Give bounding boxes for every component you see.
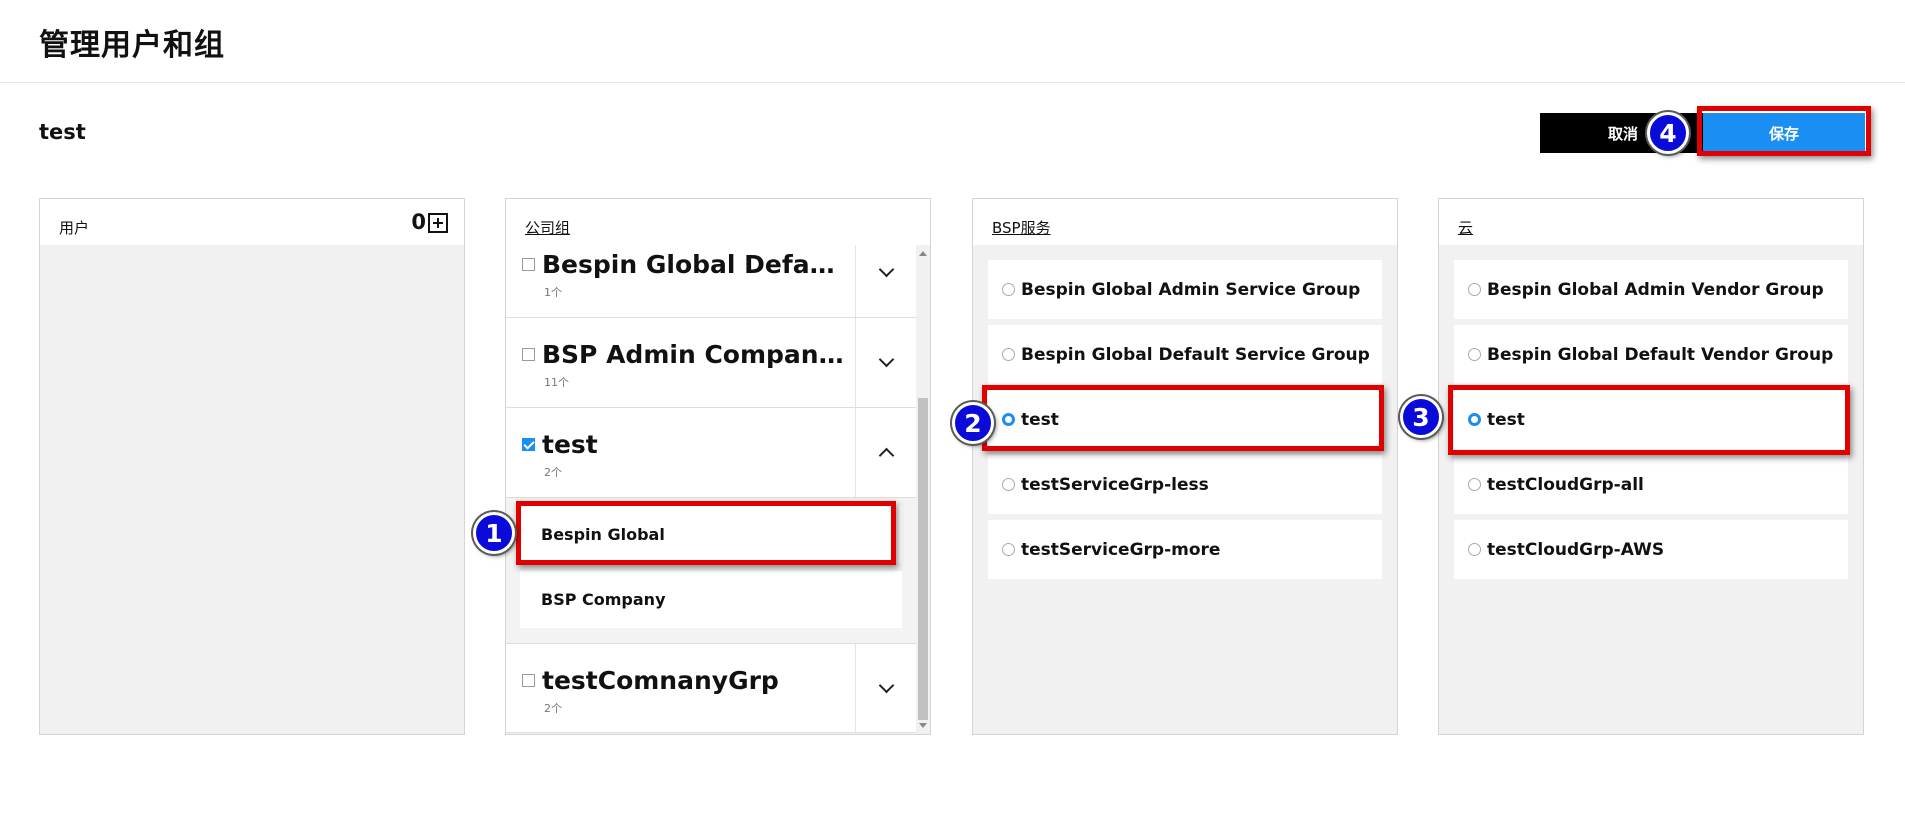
scroll-up-arrow-icon[interactable]: [919, 251, 927, 256]
cloud-option[interactable]: testCloudGrp-AWS: [1454, 520, 1848, 579]
group-count: 1个: [544, 286, 562, 299]
company-group-list[interactable]: Bespin Global Default G… 1个 BSP Admin Co…: [506, 245, 930, 734]
option-label: testServiceGrp-more: [1021, 539, 1221, 560]
radio-button[interactable]: [1002, 283, 1015, 296]
group-name: test: [542, 430, 598, 459]
radio-button[interactable]: [1468, 283, 1481, 296]
service-group-panel: BSP服务 Bespin Global Admin Service Group …: [972, 198, 1398, 735]
users-panel-header: 用户 0: [40, 199, 464, 245]
group-checkbox[interactable]: [522, 674, 535, 687]
option-label: testCloudGrp-all: [1487, 474, 1644, 495]
option-label: Bespin Global Admin Vendor Group: [1487, 279, 1824, 300]
radio-button[interactable]: [1468, 543, 1481, 556]
cloud-group-panel: 云 Bespin Global Admin Vendor Group Bespi…: [1438, 198, 1864, 735]
option-label: Bespin Global Default Service Group: [1021, 344, 1370, 365]
highlight-box-1: [516, 501, 896, 565]
users-panel: 用户 0: [39, 198, 465, 735]
step-badge-4: 4: [1647, 112, 1689, 154]
radio-button[interactable]: [1002, 348, 1015, 361]
users-count: 0: [411, 210, 426, 234]
expand-toggle[interactable]: [856, 245, 916, 317]
chevron-up-icon: [878, 447, 894, 464]
option-label: testServiceGrp-less: [1021, 474, 1209, 495]
group-name: BSP Admin Company Gr…: [542, 340, 847, 369]
company-group-row[interactable]: testComnanyGrp 2个: [506, 643, 916, 733]
option-label: Bespin Global Admin Service Group: [1021, 279, 1361, 300]
chevron-down-icon: [878, 261, 894, 278]
service-option[interactable]: Bespin Global Admin Service Group: [988, 260, 1382, 319]
scroll-thumb[interactable]: [918, 398, 928, 720]
service-option[interactable]: Bespin Global Default Service Group: [988, 325, 1382, 384]
group-checkbox[interactable]: [522, 348, 535, 361]
group-member-item[interactable]: BSP Company: [520, 571, 902, 628]
collapse-toggle[interactable]: [856, 408, 916, 497]
step-badge-1: 1: [473, 512, 515, 554]
service-option[interactable]: testServiceGrp-more: [988, 520, 1382, 579]
group-checkbox[interactable]: [522, 438, 535, 451]
company-group-panel: 公司组 Bespin Global Default G… 1个 BSP Admi…: [505, 198, 931, 735]
highlight-box-3: [1448, 385, 1850, 455]
group-count: 2个: [544, 466, 562, 479]
page-title: 管理用户和组: [39, 28, 225, 63]
scroll-down-arrow-icon[interactable]: [919, 723, 927, 728]
highlight-box-2: [982, 385, 1384, 451]
cloud-panel-label[interactable]: 云: [1458, 217, 1473, 238]
radio-button[interactable]: [1002, 478, 1015, 491]
header-divider: [0, 82, 1905, 83]
group-count: 11个: [544, 376, 569, 389]
service-option[interactable]: testServiceGrp-less: [988, 455, 1382, 514]
company-panel-header: 公司组: [506, 199, 930, 245]
chevron-down-icon: [878, 351, 894, 368]
group-name: Bespin Global Default G…: [542, 250, 847, 279]
chevron-down-icon: [878, 677, 894, 693]
cloud-option[interactable]: testCloudGrp-all: [1454, 455, 1848, 514]
group-checkbox[interactable]: [522, 258, 535, 271]
option-label: testCloudGrp-AWS: [1487, 539, 1665, 560]
group-count: 2个: [544, 702, 562, 715]
expand-toggle[interactable]: [856, 318, 916, 407]
service-panel-header: BSP服务: [973, 199, 1397, 245]
add-user-icon[interactable]: [428, 213, 448, 233]
users-panel-label: 用户: [59, 219, 90, 237]
selected-group-title: test: [39, 120, 86, 144]
radio-button[interactable]: [1002, 543, 1015, 556]
company-group-row[interactable]: test 2个: [506, 408, 916, 498]
step-badge-3: 3: [1400, 396, 1442, 438]
cloud-option[interactable]: Bespin Global Admin Vendor Group: [1454, 260, 1848, 319]
step-badge-2: 2: [952, 402, 994, 444]
radio-button[interactable]: [1468, 348, 1481, 361]
service-panel-label[interactable]: BSP服务: [992, 217, 1051, 238]
option-label: Bespin Global Default Vendor Group: [1487, 344, 1834, 365]
expand-toggle[interactable]: [856, 644, 916, 732]
company-group-row[interactable]: Bespin Global Default G… 1个: [506, 245, 916, 318]
highlight-box-4: [1697, 106, 1871, 156]
company-panel-label[interactable]: 公司组: [525, 217, 570, 238]
group-name: testComnanyGrp: [542, 666, 779, 695]
company-group-row[interactable]: BSP Admin Company Gr… 11个: [506, 318, 916, 408]
radio-button[interactable]: [1468, 478, 1481, 491]
cloud-option[interactable]: Bespin Global Default Vendor Group: [1454, 325, 1848, 384]
cloud-panel-header: 云: [1439, 199, 1863, 245]
scrollbar[interactable]: [916, 245, 930, 734]
